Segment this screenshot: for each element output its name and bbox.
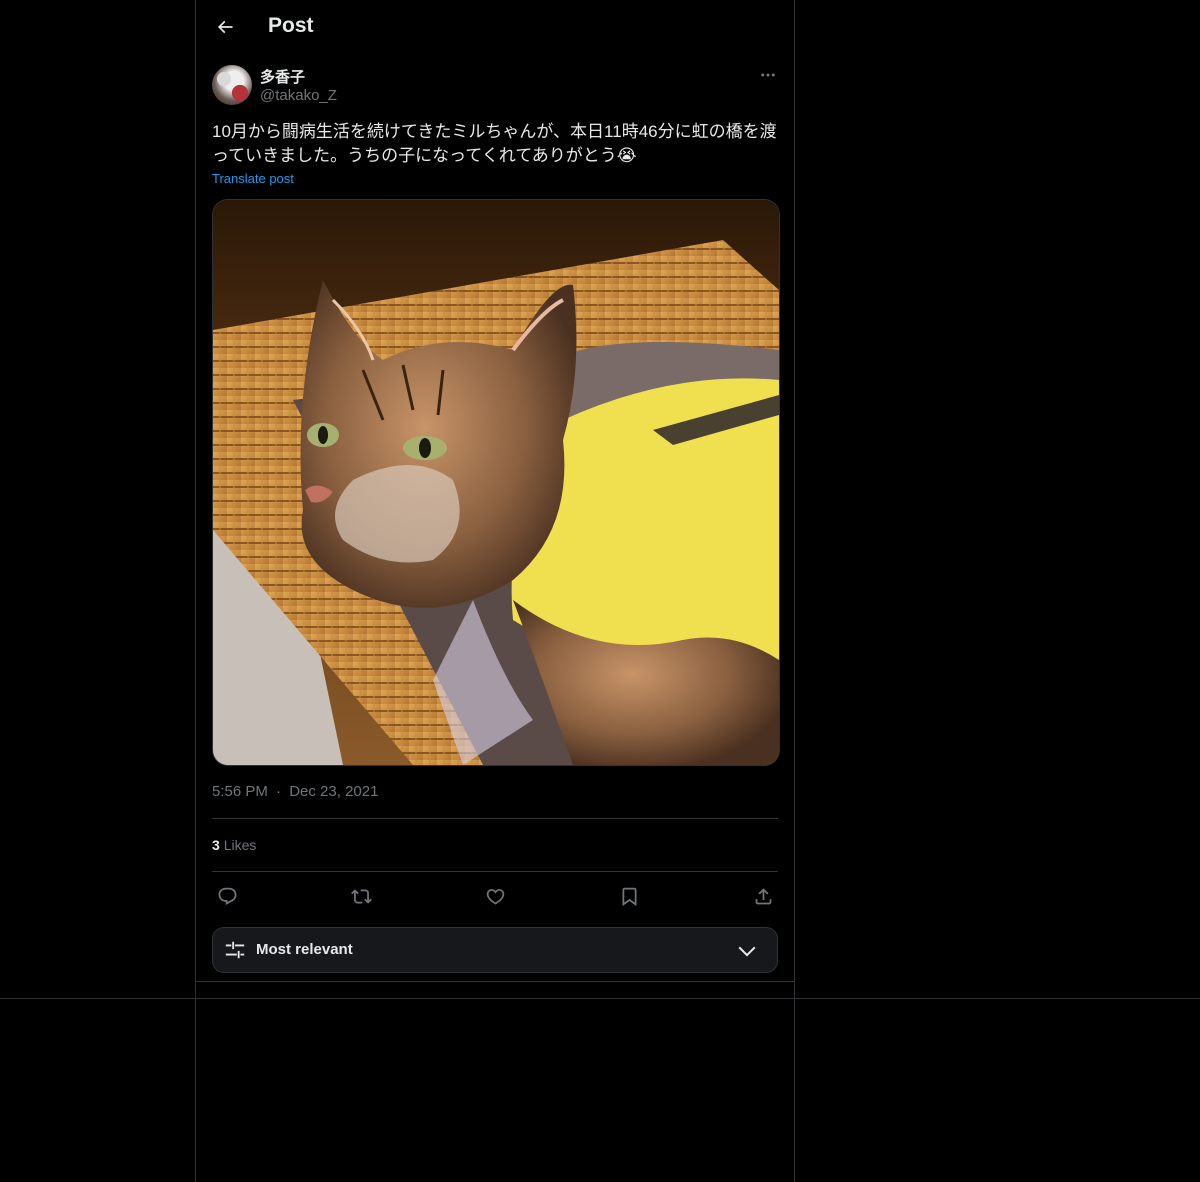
timestamp-separator: ·: [276, 783, 282, 800]
post-time[interactable]: 5:56 PM: [212, 783, 268, 800]
repost-button[interactable]: [347, 882, 375, 910]
likes-count: 3: [212, 837, 220, 853]
translate-post-link[interactable]: Translate post: [212, 171, 294, 186]
post-image[interactable]: [212, 199, 780, 766]
divider: [212, 818, 778, 819]
reply-button[interactable]: [213, 882, 241, 910]
back-arrow-icon: [217, 20, 233, 34]
bookmark-icon: [622, 887, 636, 906]
author-handle[interactable]: @takako_Z: [260, 87, 337, 104]
more-button[interactable]: [756, 64, 780, 86]
divider: [212, 871, 778, 872]
likes-count-link[interactable]: 3 Likes: [212, 837, 256, 853]
likes-label: Likes: [223, 837, 257, 853]
avatar[interactable]: [212, 65, 252, 105]
repost-icon: [350, 888, 372, 904]
chevron-down-icon: [738, 946, 756, 957]
share-icon: [755, 887, 771, 904]
sort-label: Most relevant: [256, 941, 353, 958]
main-column: Post 多香子 @takako_Z 10月から闘病生活を続けてきたミルちゃんが…: [195, 0, 795, 1182]
sort-replies-dropdown[interactable]: Most relevant: [212, 927, 778, 973]
reply-icon: [218, 887, 236, 905]
like-icon: [486, 888, 504, 905]
page-title: Post: [268, 14, 314, 37]
top-bar: Post: [196, 0, 794, 54]
post-date[interactable]: Dec 23, 2021: [289, 783, 378, 800]
post-timestamp: 5:56 PM · Dec 23, 2021: [212, 783, 378, 800]
author-display-name[interactable]: 多香子: [260, 66, 305, 87]
post-text: 10月から闘病生活を続けてきたミルちゃんが、本日11時46分に虹の橋を渡っていき…: [212, 122, 777, 165]
sliders-icon: [225, 941, 245, 959]
more-icon: [761, 73, 775, 77]
bookmark-button[interactable]: [615, 882, 643, 910]
divider: [196, 981, 794, 982]
back-button[interactable]: [208, 10, 242, 44]
like-button[interactable]: [481, 882, 509, 910]
share-button[interactable]: [749, 882, 777, 910]
cat-photo: [213, 200, 779, 765]
